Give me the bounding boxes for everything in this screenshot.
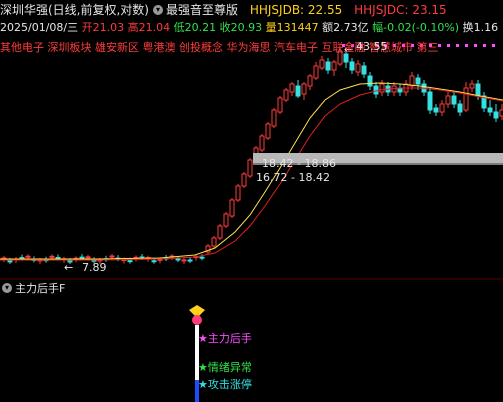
candle xyxy=(199,256,205,259)
candle xyxy=(331,61,337,71)
candle xyxy=(295,85,301,97)
candle xyxy=(241,173,247,187)
candle xyxy=(283,89,289,101)
candle xyxy=(157,258,163,261)
concept-tag[interactable]: 深圳板块 xyxy=(48,41,92,54)
candle xyxy=(409,75,415,87)
stock-title[interactable]: 深圳华强(日线,前复权,对数) xyxy=(0,3,149,17)
candle xyxy=(235,185,241,201)
band-label-2: 16.72 - 18.42 xyxy=(256,171,330,184)
concept-tag[interactable]: 汽车电子 xyxy=(274,41,318,54)
concept-tag[interactable]: 华为海思 xyxy=(227,41,271,54)
signal-limit-up: ★攻击涨停 xyxy=(198,378,252,391)
candle xyxy=(493,111,499,119)
signal-emotion: ★情绪异常 xyxy=(198,361,252,374)
quote-open: 开21.03 xyxy=(81,21,125,34)
candle xyxy=(7,260,13,263)
concept-tag[interactable]: 雄安新区 xyxy=(95,41,139,54)
candle xyxy=(313,65,319,79)
candle xyxy=(25,255,31,258)
quote-volume: 量131447 xyxy=(265,21,319,34)
candle xyxy=(439,103,445,113)
candle xyxy=(277,97,283,113)
candle xyxy=(319,59,325,69)
quote-line: 2025/01/08/三 开21.03 高21.04 低20.21 收20.93… xyxy=(0,20,498,36)
candle xyxy=(475,83,481,97)
signal-main-force: ★主力后手 xyxy=(198,332,252,345)
candle xyxy=(109,255,115,258)
quote-amount: 额2.73亿 xyxy=(322,21,369,34)
quote-date: 2025/01/08/三 xyxy=(0,21,79,34)
candle xyxy=(349,61,355,71)
concept-tag[interactable]: 创投概念 xyxy=(179,41,223,54)
candle xyxy=(49,255,55,258)
quote-change: 幅-0.02(-0.10%) xyxy=(372,21,460,34)
candle xyxy=(457,103,463,113)
candle xyxy=(469,83,475,89)
candle xyxy=(151,260,157,263)
candle xyxy=(229,199,235,217)
candle xyxy=(463,87,469,111)
concept-tag[interactable]: 其他电子 xyxy=(0,41,44,54)
candle xyxy=(19,257,25,260)
candle xyxy=(355,63,361,73)
candle xyxy=(373,85,379,95)
candle xyxy=(55,256,61,259)
candle xyxy=(487,107,493,113)
candle xyxy=(433,107,439,113)
candle xyxy=(367,75,373,87)
concept-tag[interactable]: 第三 xyxy=(417,41,439,54)
candle xyxy=(211,237,217,247)
candle xyxy=(361,65,367,75)
indicator-hhjsjdb: HHJSJDB: 22.55 xyxy=(249,3,343,17)
candle xyxy=(181,259,187,262)
candle xyxy=(265,123,271,139)
low-price-label: 7.89 xyxy=(82,261,107,274)
band-label-1: 18.42 - 18.86 xyxy=(262,157,336,170)
candle xyxy=(271,109,277,127)
low-arrow: ← xyxy=(64,261,73,274)
candle xyxy=(175,258,181,261)
candle xyxy=(379,83,385,93)
chevron-down-icon[interactable]: ▾ xyxy=(2,283,12,293)
quote-high: 高21.04 xyxy=(127,21,171,34)
candle xyxy=(223,213,229,227)
sub-panel-header: ▾ 主力后手F xyxy=(0,282,65,296)
candle xyxy=(85,256,91,259)
formula-name[interactable]: 最强音至尊版 xyxy=(166,3,238,17)
candle xyxy=(307,75,313,87)
quote-low: 低20.21 xyxy=(173,21,217,34)
high-price-label: 43.55 xyxy=(356,40,388,53)
candle xyxy=(325,61,331,71)
candle xyxy=(289,83,295,93)
chart-header: 深圳华强(日线,前复权,对数) ▾ 最强音至尊版 HHJSJDB: 22.55 HH… xyxy=(0,2,447,18)
candle xyxy=(301,83,307,95)
candle xyxy=(415,77,421,85)
candle xyxy=(187,259,193,262)
chevron-down-icon[interactable]: ▾ xyxy=(153,4,163,15)
candle xyxy=(79,256,85,259)
concept-tag[interactable]: 粤港澳 xyxy=(143,41,176,54)
candle xyxy=(217,225,223,239)
candle xyxy=(247,159,253,177)
candle xyxy=(259,135,265,151)
candle xyxy=(451,95,457,105)
quote-close: 收20.93 xyxy=(219,21,263,34)
candle xyxy=(445,95,451,105)
candle xyxy=(127,260,133,263)
candle xyxy=(427,91,433,111)
indicator-hhjsjdc: HHJSJDC: 23.15 xyxy=(354,3,447,17)
sub-panel-title[interactable]: 主力后手F xyxy=(15,282,65,295)
quote-turnover: 换1.16 xyxy=(462,21,499,34)
